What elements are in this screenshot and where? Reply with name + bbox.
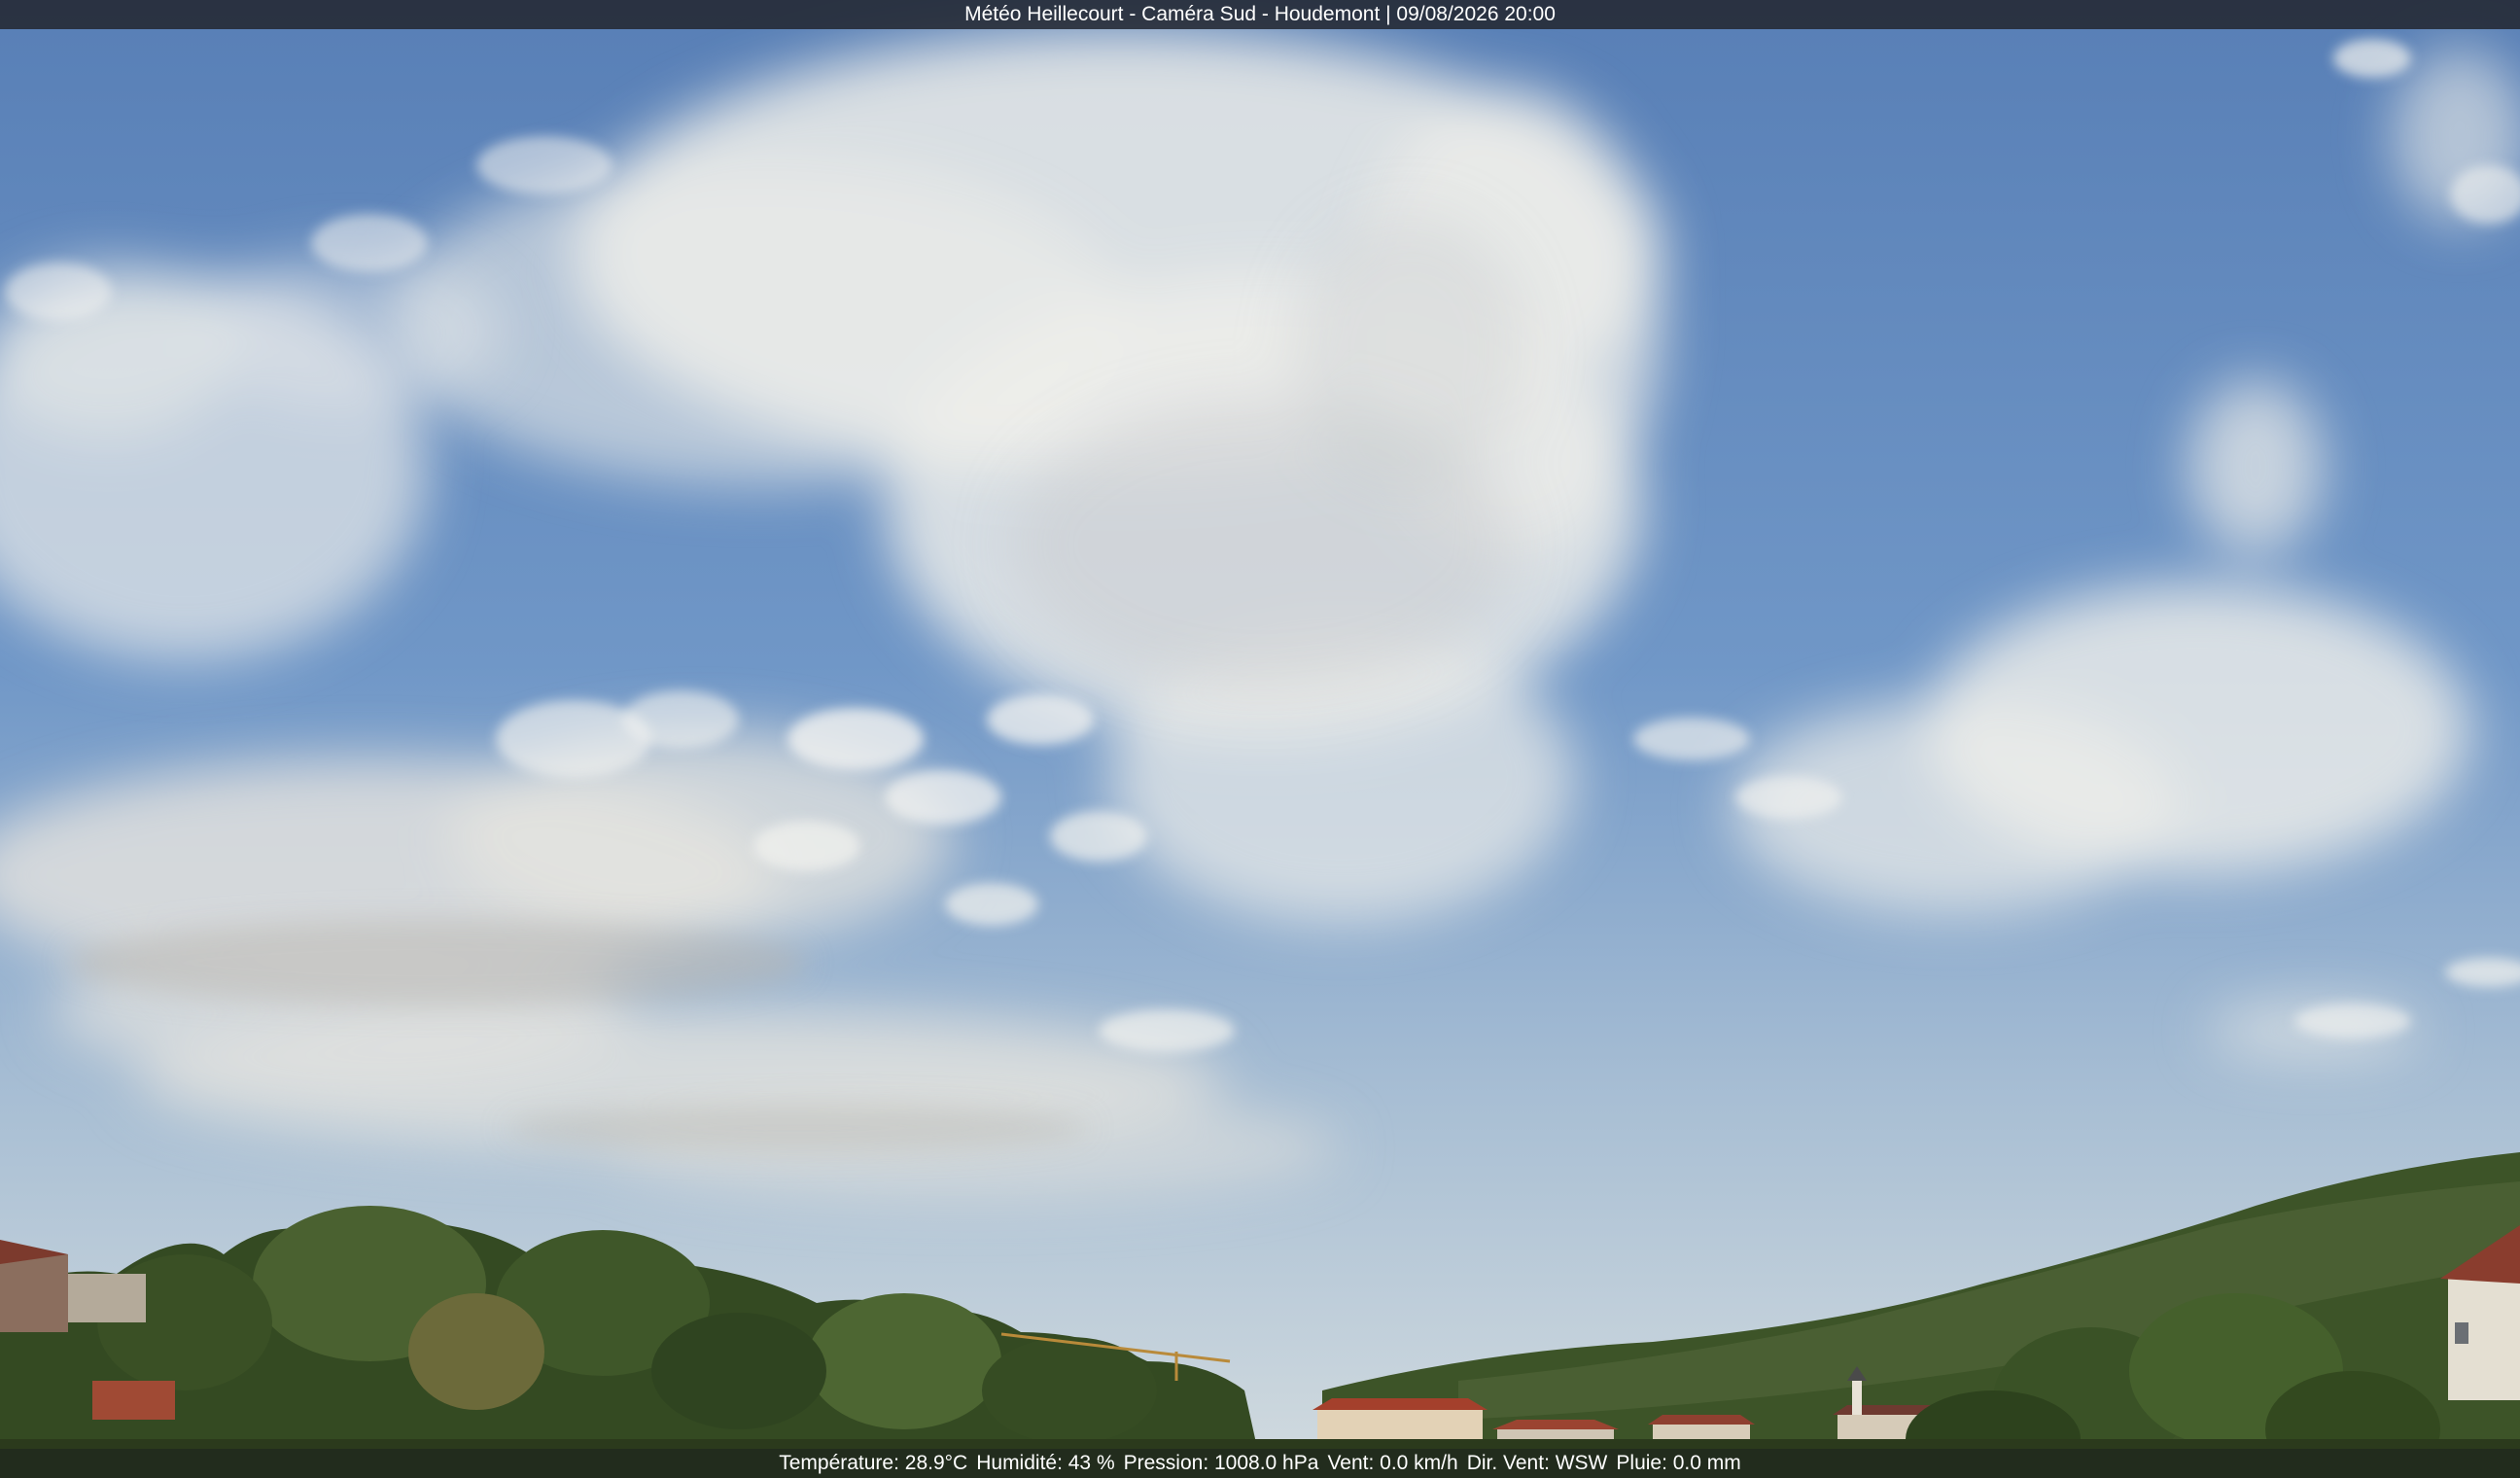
- humidity-reading: Humidité: 43 %: [976, 1452, 1115, 1474]
- caption-bar: Météo Heillecourt - Caméra Sud - Houdemo…: [0, 0, 2520, 29]
- pressure-reading: Pression: 1008.0 hPa: [1123, 1452, 1319, 1474]
- webcam-frame: Météo Heillecourt - Caméra Sud - Houdemo…: [0, 0, 2520, 1478]
- rain-reading: Pluie: 0.0 mm: [1616, 1452, 1741, 1474]
- wind-speed-reading: Vent: 0.0 km/h: [1327, 1452, 1458, 1474]
- webcam-scene: [0, 0, 2520, 1478]
- caption-title: Météo Heillecourt - Caméra Sud - Houdemo…: [964, 3, 1556, 25]
- wind-direction-reading: Dir. Vent: WSW: [1466, 1452, 1608, 1474]
- temperature-reading: Température: 28.9°C: [779, 1452, 968, 1474]
- weather-readings-bar: Température: 28.9°C Humidité: 43 % Pressio…: [0, 1449, 2520, 1478]
